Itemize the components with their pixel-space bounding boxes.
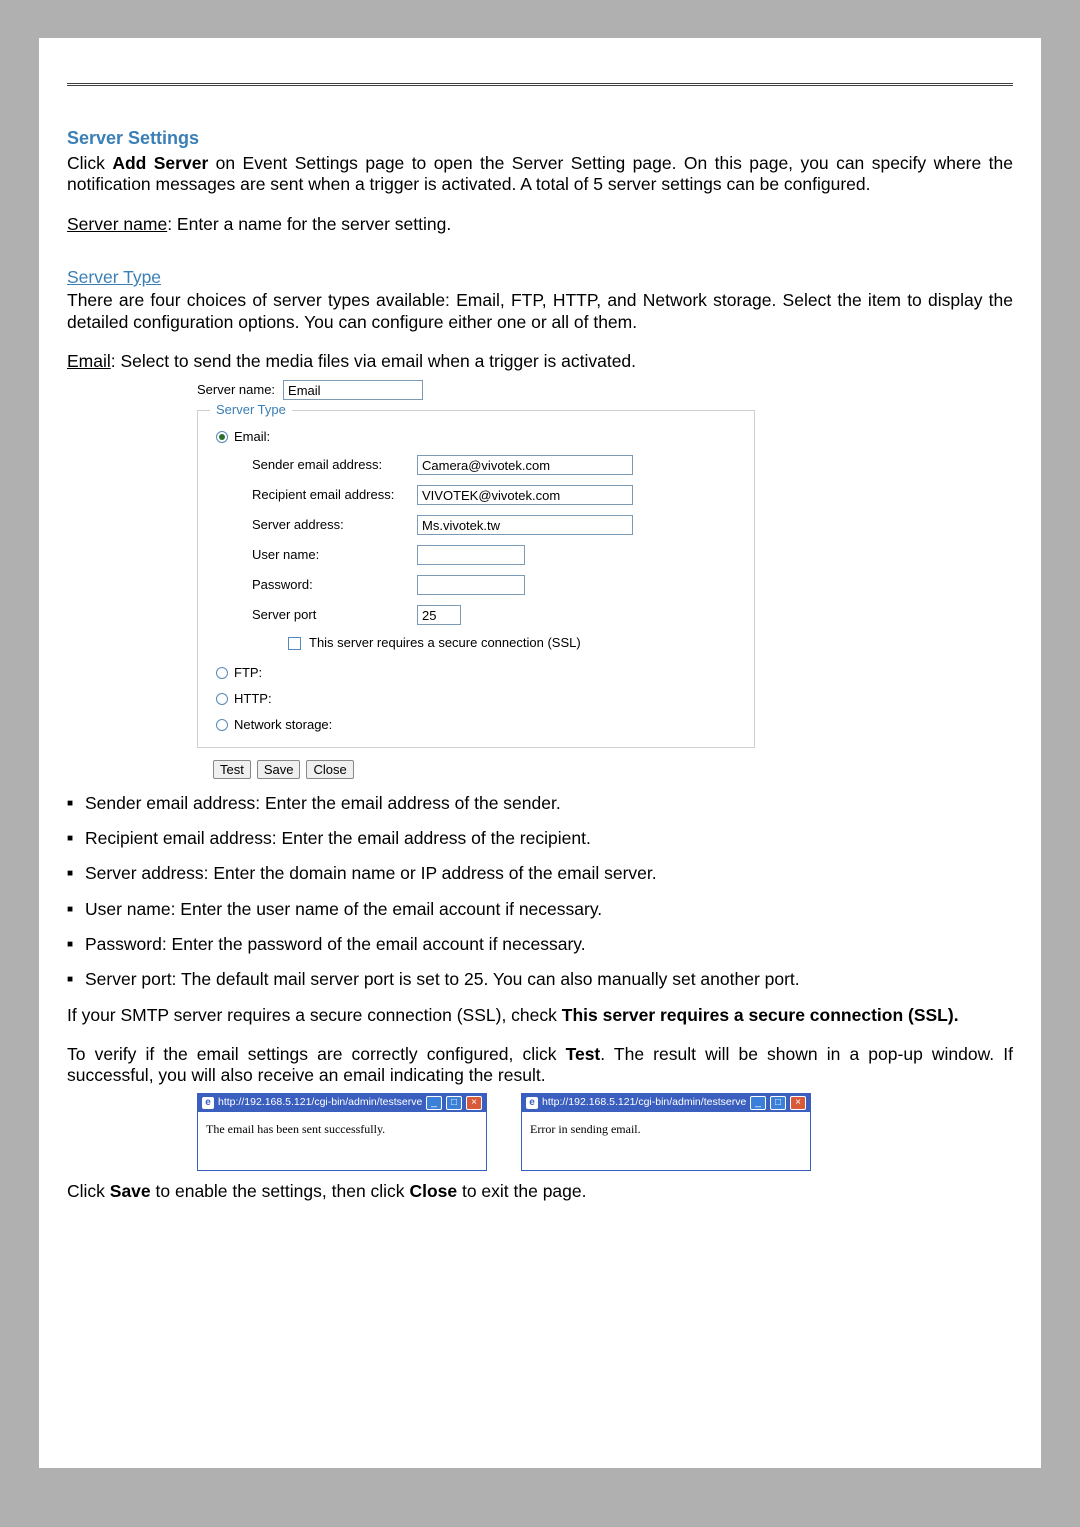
- close-icon[interactable]: ×: [466, 1096, 482, 1110]
- server-settings-form: Server name: Server Type Email: Sender e…: [197, 380, 755, 778]
- paragraph: If your SMTP server requires a secure co…: [67, 1005, 1013, 1026]
- text: If your SMTP server requires a secure co…: [67, 1005, 562, 1025]
- popup-body: Error in sending email.: [522, 1112, 810, 1171]
- maximize-icon[interactable]: □: [770, 1096, 786, 1110]
- text-bold: Close: [409, 1181, 457, 1201]
- divider: [67, 83, 1013, 84]
- ie-icon: e: [202, 1097, 214, 1109]
- radio-icon[interactable]: [216, 693, 228, 705]
- text: to exit the page.: [457, 1181, 586, 1201]
- networkstorage-radio-label: Network storage:: [234, 717, 332, 733]
- text-bold: Add Server: [112, 153, 208, 173]
- paragraph: Email: Select to send the media files vi…: [67, 351, 1013, 372]
- popup-title-text: http://192.168.5.121/cgi-bin/admin/tests…: [218, 1096, 422, 1109]
- list-item: User name: Enter the user name of the em…: [67, 899, 1013, 920]
- networkstorage-radio-row[interactable]: Network storage:: [216, 717, 736, 733]
- port-input[interactable]: [417, 605, 461, 625]
- text-bold: Save: [110, 1181, 151, 1201]
- button-row: Test Save Close: [213, 760, 755, 779]
- minimize-icon[interactable]: _: [426, 1096, 442, 1110]
- radio-icon[interactable]: [216, 719, 228, 731]
- popup-titlebar: e http://192.168.5.121/cgi-bin/admin/tes…: [198, 1094, 486, 1112]
- username-input[interactable]: [417, 545, 525, 565]
- ssl-checkbox-row[interactable]: This server requires a secure connection…: [288, 635, 736, 651]
- close-button[interactable]: Close: [306, 760, 353, 779]
- text: on Event Settings page to open the Serve…: [67, 153, 1013, 194]
- paragraph: There are four choices of server types a…: [67, 290, 1013, 333]
- section-title: Server Settings: [67, 128, 1013, 150]
- recipient-label: Recipient email address:: [252, 487, 417, 503]
- ftp-radio-row[interactable]: FTP:: [216, 665, 736, 681]
- email-radio-row[interactable]: Email:: [216, 429, 736, 445]
- ssl-checkbox-label: This server requires a secure connection…: [309, 635, 581, 651]
- close-icon[interactable]: ×: [790, 1096, 806, 1110]
- username-label: User name:: [252, 547, 417, 563]
- http-radio-row[interactable]: HTTP:: [216, 691, 736, 707]
- list-item: Server address: Enter the domain name or…: [67, 863, 1013, 884]
- text-bold: This server requires a secure connection…: [562, 1005, 959, 1025]
- sender-label: Sender email address:: [252, 457, 417, 473]
- minimize-icon[interactable]: _: [750, 1096, 766, 1110]
- page-content: Server Settings Click Add Server on Even…: [39, 92, 1041, 1203]
- popup-titlebar: e http://192.168.5.121/cgi-bin/admin/tes…: [522, 1094, 810, 1112]
- save-button[interactable]: Save: [257, 760, 301, 779]
- checkbox-icon[interactable]: [288, 637, 301, 650]
- document-page: VIVOTEK Server Settings Click Add Server…: [39, 38, 1041, 1468]
- test-button[interactable]: Test: [213, 760, 251, 779]
- server-name-label: Server name:: [197, 382, 275, 398]
- server-name-input[interactable]: [283, 380, 423, 400]
- password-input[interactable]: [417, 575, 525, 595]
- serveraddr-label: Server address:: [252, 517, 417, 533]
- field-description-list: Sender email address: Enter the email ad…: [67, 793, 1013, 991]
- email-radio-label: Email:: [234, 429, 270, 445]
- ftp-radio-label: FTP:: [234, 665, 262, 681]
- popup-window-error: e http://192.168.5.121/cgi-bin/admin/tes…: [521, 1093, 811, 1172]
- server-type-link[interactable]: Server Type: [67, 267, 161, 288]
- fieldset-legend: Server Type: [210, 402, 292, 418]
- paragraph: Click Save to enable the settings, then …: [67, 1181, 1013, 1202]
- popup-window-success: e http://192.168.5.121/cgi-bin/admin/tes…: [197, 1093, 487, 1172]
- popup-body: The email has been sent successfully.: [198, 1112, 486, 1171]
- list-item: Recipient email address: Enter the email…: [67, 828, 1013, 849]
- server-type-fieldset: Server Type Email: Sender email address:…: [197, 410, 755, 747]
- text: to enable the settings, then click: [151, 1181, 410, 1201]
- text: To verify if the email settings are corr…: [67, 1044, 566, 1064]
- text-underline: Email: [67, 351, 111, 371]
- serveraddr-input[interactable]: [417, 515, 633, 535]
- port-label: Server port: [252, 607, 417, 623]
- server-name-row: Server name:: [197, 380, 755, 400]
- paragraph: Server name: Enter a name for the server…: [67, 214, 1013, 235]
- radio-icon[interactable]: [216, 667, 228, 679]
- popup-title-text: http://192.168.5.121/cgi-bin/admin/tests…: [542, 1096, 746, 1109]
- list-item: Sender email address: Enter the email ad…: [67, 793, 1013, 814]
- text-bold: Test: [566, 1044, 601, 1064]
- brand-label: VIVOTEK: [67, 58, 146, 78]
- list-item: Password: Enter the password of the emai…: [67, 934, 1013, 955]
- page-header: VIVOTEK: [39, 38, 1041, 92]
- text: Click: [67, 153, 112, 173]
- password-label: Password:: [252, 577, 417, 593]
- text: : Enter a name for the server setting.: [167, 214, 451, 234]
- radio-icon[interactable]: [216, 431, 228, 443]
- page-footer: 86 - User's Manual: [67, 1424, 188, 1440]
- text: Click: [67, 1181, 110, 1201]
- recipient-input[interactable]: [417, 485, 633, 505]
- maximize-icon[interactable]: □: [446, 1096, 462, 1110]
- popup-examples: e http://192.168.5.121/cgi-bin/admin/tes…: [197, 1093, 1013, 1172]
- http-radio-label: HTTP:: [234, 691, 272, 707]
- divider: [67, 85, 1013, 86]
- paragraph: Click Add Server on Event Settings page …: [67, 153, 1013, 196]
- text-underline: Server name: [67, 214, 167, 234]
- text: : Select to send the media files via ema…: [111, 351, 636, 371]
- email-fields: Sender email address: Recipient email ad…: [252, 455, 736, 651]
- ie-icon: e: [526, 1097, 538, 1109]
- paragraph: To verify if the email settings are corr…: [67, 1044, 1013, 1087]
- list-item: Server port: The default mail server por…: [67, 969, 1013, 990]
- sender-input[interactable]: [417, 455, 633, 475]
